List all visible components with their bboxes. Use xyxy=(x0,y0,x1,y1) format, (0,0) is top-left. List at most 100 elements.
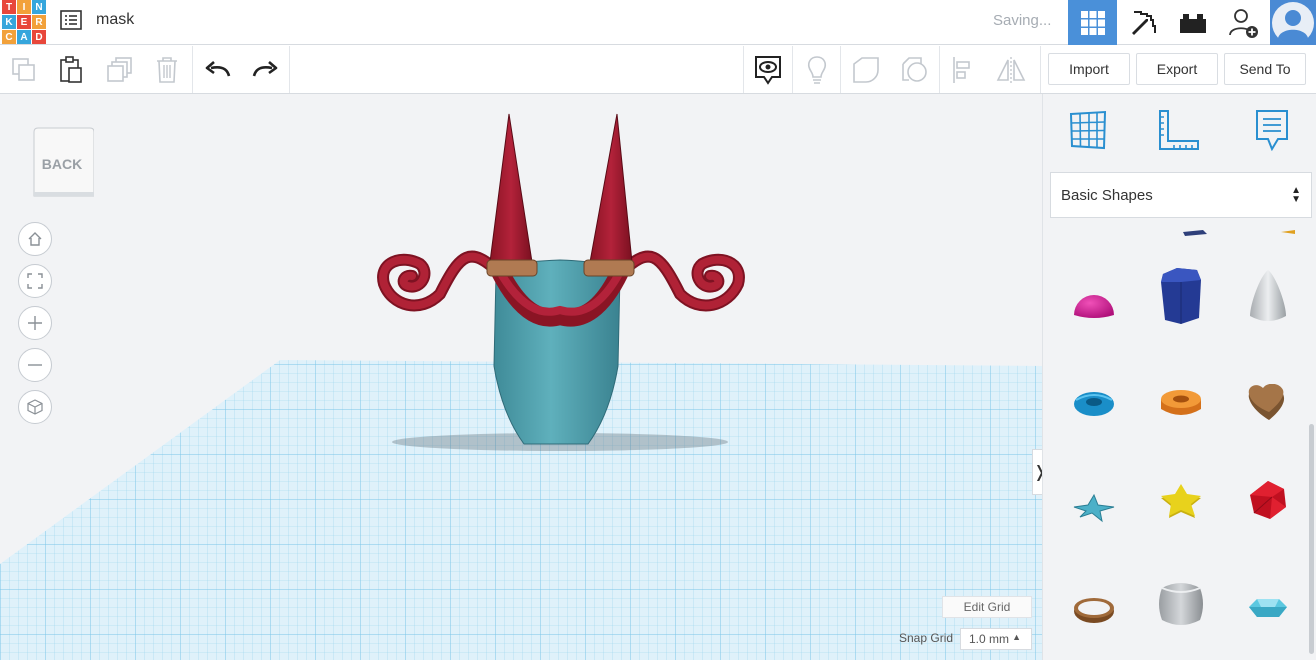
edit-toolbar: Import Export Send To xyxy=(0,46,1316,94)
shape-item-star-thick[interactable] xyxy=(1151,472,1211,532)
shape-item-polygon[interactable] xyxy=(1151,266,1211,326)
notes-button[interactable] xyxy=(752,54,784,86)
shape-button[interactable] xyxy=(850,54,882,86)
half-sphere-icon xyxy=(1074,295,1114,318)
logo-letter: N xyxy=(32,0,46,14)
logo-letter: T xyxy=(2,0,16,14)
mirror-button[interactable] xyxy=(995,54,1027,86)
top-header: T I N K E R C A D mask Saving... xyxy=(0,0,1316,45)
copy-icon xyxy=(12,58,35,81)
shape-category-value: Basic Shapes xyxy=(1061,186,1153,204)
tube-icon xyxy=(1161,390,1201,415)
zoom-out-icon xyxy=(28,364,42,366)
send-to-button[interactable]: Send To xyxy=(1224,53,1306,85)
ring-icon xyxy=(1074,598,1114,623)
3d-scene[interactable] xyxy=(0,94,1042,660)
gem-icon xyxy=(1249,599,1287,617)
3d-design-button[interactable] xyxy=(1068,0,1117,45)
avatar[interactable] xyxy=(1270,0,1316,45)
shape-item-round-roof[interactable] xyxy=(1151,574,1211,634)
logo-letter: C xyxy=(2,30,16,44)
logo-letter: D xyxy=(32,30,46,44)
shape-item[interactable] xyxy=(1251,226,1311,246)
redo-button[interactable] xyxy=(249,54,281,86)
panel-scrollbar[interactable] xyxy=(1309,424,1314,654)
ruler-button[interactable] xyxy=(1156,106,1202,154)
snap-grid-label: Snap Grid xyxy=(899,631,954,645)
undo-button[interactable] xyxy=(202,54,234,86)
notes-icon xyxy=(1256,110,1288,151)
align-icon xyxy=(953,57,970,83)
collapse-panel-button[interactable]: ❭ xyxy=(1032,449,1042,495)
ortho-view-button[interactable] xyxy=(18,390,52,424)
redo-icon xyxy=(252,61,278,77)
design-list-icon[interactable] xyxy=(60,10,82,30)
shape-item-icosahedron[interactable] xyxy=(1238,470,1298,530)
workplane-viewport[interactable]: BACK Edit Grid Snap Grid 1.0 mm ▲ ❭ xyxy=(0,94,1042,660)
logo-letter: R xyxy=(32,15,46,29)
workplane-icon xyxy=(1069,110,1107,150)
snap-grid-select[interactable]: 1.0 mm ▲ xyxy=(960,628,1032,650)
copy-button[interactable] xyxy=(8,54,40,86)
edit-grid-button[interactable]: Edit Grid xyxy=(942,596,1032,618)
notes-icon xyxy=(755,56,781,85)
logo-letter: E xyxy=(17,15,31,29)
import-button[interactable]: Import xyxy=(1048,53,1130,85)
home-view-button[interactable] xyxy=(18,222,52,256)
pickaxe-icon xyxy=(1131,10,1156,35)
ortho-icon xyxy=(27,399,43,415)
shape-preview-icon xyxy=(1183,230,1207,236)
paste-button[interactable] xyxy=(55,54,87,86)
select-arrows-icon: ▲ ▼ xyxy=(1291,185,1301,205)
hole-icon xyxy=(902,57,927,82)
zoom-out-button[interactable] xyxy=(18,348,52,382)
shape-item[interactable] xyxy=(1163,226,1223,246)
shapes-panel: Basic Shapes ▲ ▼ xyxy=(1042,94,1316,660)
workplane-button[interactable] xyxy=(1065,106,1111,154)
hole-button[interactable] xyxy=(899,54,931,86)
zoom-in-button[interactable] xyxy=(18,306,52,340)
user-plus-icon xyxy=(1228,8,1258,38)
shape-item-heart[interactable] xyxy=(1238,374,1298,434)
shape-category-select[interactable]: Basic Shapes ▲ ▼ xyxy=(1050,172,1312,218)
grid-icon xyxy=(1080,10,1105,35)
panel-notes-button[interactable] xyxy=(1249,106,1295,154)
shape-item-tube[interactable] xyxy=(1151,374,1211,434)
shape-preview-icon xyxy=(1281,230,1295,234)
star-icon xyxy=(1073,493,1115,523)
caret-up-icon: ▲ xyxy=(1012,632,1021,642)
delete-icon xyxy=(157,57,177,83)
fit-view-button[interactable] xyxy=(18,264,52,298)
logo-letter: K xyxy=(2,15,16,29)
zoom-in-icon xyxy=(28,316,42,330)
round-roof-icon xyxy=(1159,583,1203,625)
codeblocks-button[interactable] xyxy=(1119,0,1168,45)
home-icon xyxy=(28,232,42,246)
user-avatar-icon xyxy=(1272,1,1314,44)
invite-button[interactable] xyxy=(1219,0,1268,45)
shape-icon xyxy=(853,57,879,83)
shape-item-torus[interactable] xyxy=(1064,374,1124,434)
shape-item-ring[interactable] xyxy=(1064,580,1124,640)
duplicate-button[interactable] xyxy=(104,54,136,86)
delete-button[interactable] xyxy=(151,54,183,86)
paste-icon xyxy=(60,56,82,83)
tinkercad-logo[interactable]: T I N K E R C A D xyxy=(2,0,46,44)
light-bulb-button[interactable] xyxy=(801,54,833,86)
design-title[interactable]: mask xyxy=(96,11,134,29)
shape-item-half-sphere[interactable] xyxy=(1064,273,1124,333)
shape-item-star[interactable] xyxy=(1064,478,1124,538)
logo-letter: A xyxy=(17,30,31,44)
star-thick-icon xyxy=(1161,484,1201,518)
light-bulb-icon xyxy=(807,56,827,84)
view-cube[interactable]: BACK xyxy=(30,126,95,198)
align-button[interactable] xyxy=(948,54,980,86)
shape-item-gem[interactable] xyxy=(1238,580,1298,640)
icosahedron-icon xyxy=(1250,481,1286,519)
fit-view-icon xyxy=(27,273,43,289)
bricks-button[interactable] xyxy=(1168,0,1217,45)
export-button[interactable]: Export xyxy=(1136,53,1218,85)
shape-library xyxy=(1043,226,1316,660)
ruler-icon xyxy=(1159,110,1199,150)
shape-item-paraboloid[interactable] xyxy=(1238,266,1298,326)
